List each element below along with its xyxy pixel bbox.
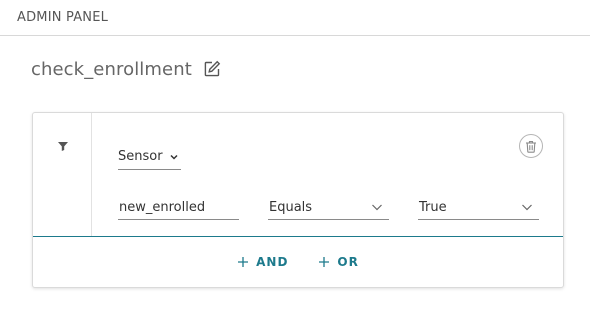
app-title: ADMIN PANEL (17, 10, 109, 25)
condition-field-value: new_enrolled (119, 199, 206, 215)
plus-icon (237, 256, 249, 268)
trash-icon (525, 140, 537, 153)
add-and-label: AND (256, 255, 289, 269)
logic-actions: AND OR (33, 237, 563, 287)
value-select-value: True (419, 199, 447, 215)
edit-icon[interactable] (202, 59, 222, 79)
operator-select-value: Equals (269, 199, 313, 215)
chevron-down-icon (521, 201, 533, 213)
condition-field-input[interactable]: new_enrolled (118, 195, 239, 220)
plus-icon (318, 256, 330, 268)
chevron-down-icon (169, 152, 179, 162)
source-select[interactable]: Sensor (118, 144, 181, 170)
delete-rule-button[interactable] (519, 134, 543, 158)
rule-card: Sensor new_enrolled Equals True AND OR (32, 112, 564, 288)
add-or-label: OR (337, 255, 359, 269)
page-title: check_enrollment (31, 58, 192, 80)
value-select[interactable]: True (418, 195, 539, 220)
top-bar: ADMIN PANEL (0, 0, 590, 36)
operator-select[interactable]: Equals (268, 195, 389, 220)
filter-icon (57, 137, 69, 151)
add-and-button[interactable]: AND (237, 255, 288, 269)
title-row: check_enrollment (31, 56, 222, 82)
rule-row: Sensor new_enrolled Equals True (33, 113, 563, 237)
rule-gutter (33, 113, 92, 236)
chevron-down-icon (371, 201, 383, 213)
source-select-value: Sensor (118, 149, 163, 164)
add-or-button[interactable]: OR (318, 255, 358, 269)
